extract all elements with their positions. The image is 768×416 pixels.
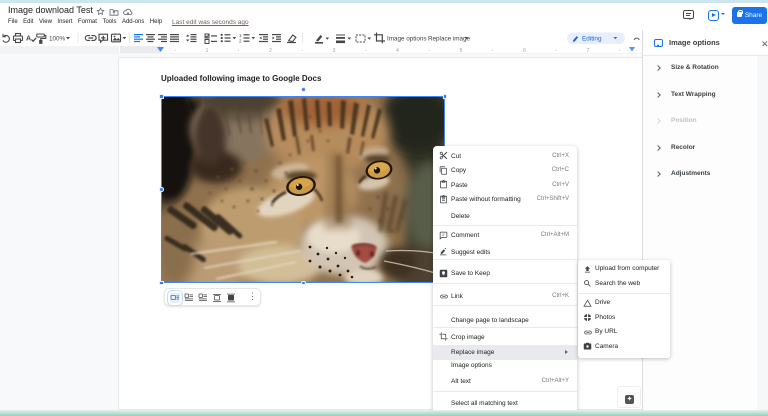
svg-text:2: 2: [239, 39, 242, 44]
svg-text:Editing: Editing: [582, 35, 602, 42]
svg-text:Image options: Image options: [387, 35, 427, 42]
svg-text:1: 1: [206, 48, 209, 54]
svg-text:7: 7: [587, 48, 590, 54]
svg-text:A: A: [26, 36, 31, 43]
svg-text:3: 3: [333, 48, 336, 54]
svg-text:4: 4: [396, 48, 399, 54]
svg-text:1: 1: [239, 33, 242, 38]
svg-text:6: 6: [523, 48, 526, 54]
svg-text:5: 5: [460, 48, 463, 54]
svg-text:Replace image: Replace image: [428, 35, 471, 42]
svg-text:2: 2: [269, 48, 272, 54]
svg-text:100%: 100%: [49, 35, 66, 42]
